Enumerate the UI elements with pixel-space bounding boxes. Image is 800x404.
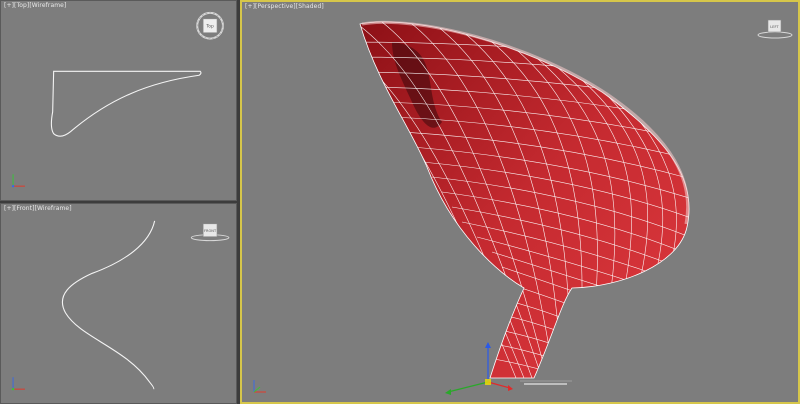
front-view-canvas: FRONT [11, 220, 230, 391]
viewcube-face-label: FRONT [204, 229, 217, 233]
viewcube-face-label: LEFT [770, 25, 779, 29]
axis-tripod-top [11, 174, 25, 188]
profile-outline-top [50, 70, 202, 137]
front-viewport[interactable]: [+][Front][Wireframe] FRONT [0, 203, 237, 404]
top-viewport[interactable]: [+][Top][Wireframe] Top [0, 0, 237, 201]
perspective-viewcube[interactable]: LEFT [757, 19, 793, 39]
top-viewcube[interactable]: Top [196, 11, 224, 40]
axis-tripod-perspective [253, 380, 266, 393]
top-view-canvas: Top [11, 11, 224, 188]
perspective-view-canvas: LEFT [253, 19, 793, 395]
axis-tripod-front [11, 377, 25, 391]
red-shell-mesh[interactable] [342, 20, 702, 382]
front-viewcube[interactable]: FRONT [190, 223, 230, 242]
profile-curve-front [61, 220, 156, 390]
viewcube-face-label: Top [205, 24, 214, 30]
perspective-viewport[interactable]: [+][Perspective][Shaded] LEFT [240, 0, 800, 404]
